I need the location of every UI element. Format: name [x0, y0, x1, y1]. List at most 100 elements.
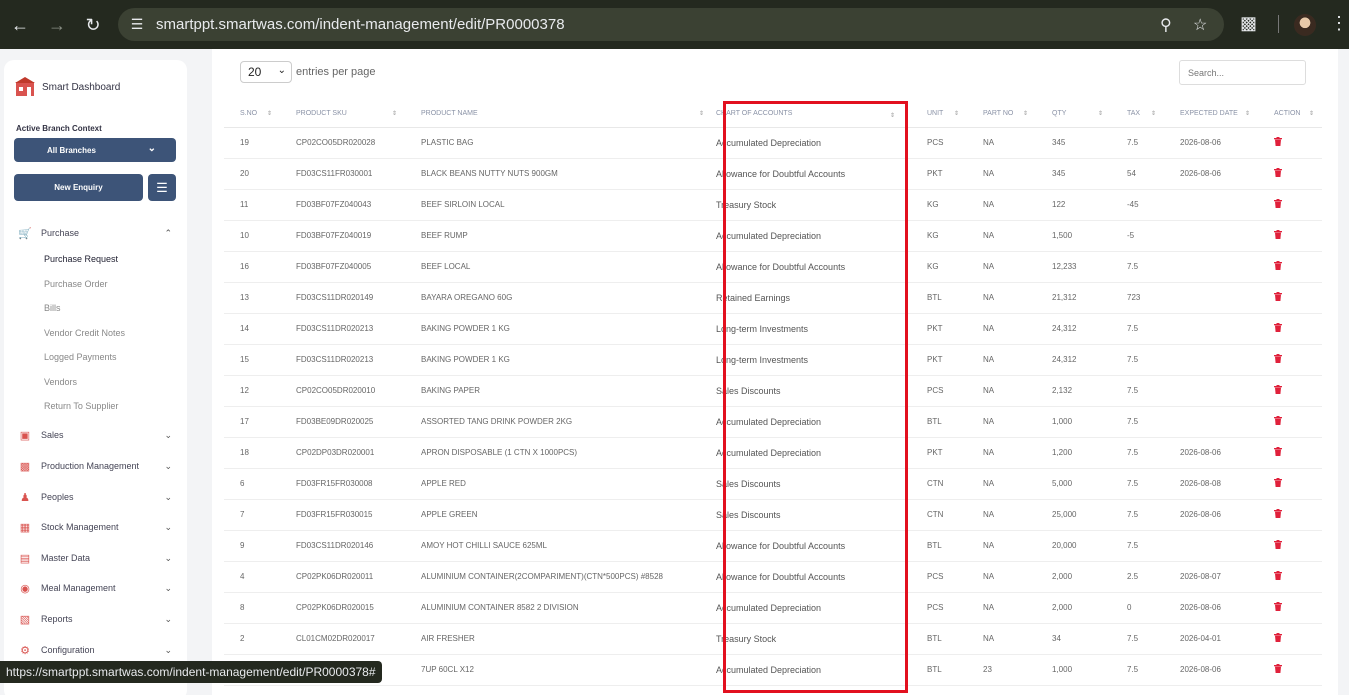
- delete-trash-icon[interactable]: [1274, 261, 1282, 272]
- table-row: 2 CL01CM02DR020017 AIR FRESHER Treasury Sto…: [224, 623, 1322, 655]
- cell-name: BEEF RUMP: [405, 220, 712, 252]
- sidebar-item-configuration[interactable]: ⚙ Configuration ⌄: [18, 640, 176, 660]
- url-text[interactable]: smartppt.smartwas.com/indent-management/…: [156, 16, 565, 33]
- search-input[interactable]: Search...: [1179, 60, 1306, 85]
- brand[interactable]: Smart Dashboard: [14, 76, 120, 98]
- subitem-bills[interactable]: Bills: [44, 303, 61, 313]
- cell-coa[interactable]: Accumulated Depreciation: [712, 406, 911, 438]
- delete-trash-icon[interactable]: [1274, 385, 1282, 396]
- sidebar-item-purchase[interactable]: 🛒 Purchase ⌃: [18, 223, 176, 243]
- zoom-icon[interactable]: ⚲: [1160, 15, 1172, 35]
- products-table: S.NO ⇕ PRODUCT SKU ⇕ PRODUCT NAME ⇕ CHART O…: [224, 101, 1322, 686]
- new-enquiry-button[interactable]: New Enquiry: [14, 174, 143, 201]
- cell-coa[interactable]: Accumulated Depreciation: [712, 437, 911, 469]
- cell-coa[interactable]: Long-term Investments: [712, 313, 911, 345]
- cell-coa[interactable]: Accumulated Depreciation: [712, 220, 911, 252]
- delete-trash-icon[interactable]: [1274, 509, 1282, 520]
- subitem-logged-payments[interactable]: Logged Payments: [44, 352, 117, 362]
- subitem-return-to-supplier[interactable]: Return To Supplier: [44, 401, 118, 411]
- cell-unit: PKT: [911, 344, 967, 376]
- cell-coa[interactable]: Accumulated Depreciation: [712, 592, 911, 624]
- delete-trash-icon[interactable]: [1274, 447, 1282, 458]
- cell-coa[interactable]: Accumulated Depreciation: [712, 654, 911, 686]
- subitem-purchase-order[interactable]: Purchase Order: [44, 279, 108, 289]
- delete-trash-icon[interactable]: [1274, 664, 1282, 675]
- delete-trash-icon[interactable]: [1274, 199, 1282, 210]
- back-icon[interactable]: ←: [8, 13, 32, 37]
- delete-trash-icon[interactable]: [1274, 602, 1282, 613]
- column-header[interactable]: PRODUCT SKU ⇕: [280, 101, 405, 128]
- subitem-purchase-request[interactable]: Purchase Request: [44, 254, 118, 264]
- cell-sku: CP02PK06DR020011: [280, 561, 405, 593]
- cell-coa[interactable]: Treasury Stock: [712, 189, 911, 221]
- page-size-select[interactable]: 20 ⌄: [240, 61, 292, 83]
- site-settings-icon[interactable]: ☰: [128, 15, 146, 33]
- column-header[interactable]: S.NO ⇕: [224, 101, 280, 128]
- cell-coa[interactable]: Allowance for Doubtful Accounts: [712, 530, 911, 562]
- cell-coa[interactable]: Allowance for Doubtful Accounts: [712, 158, 911, 190]
- sidebar-item-reports[interactable]: ▧ Reports ⌄: [18, 609, 176, 629]
- browser-menu-icon[interactable]: ⋮: [1330, 13, 1348, 34]
- sidebar-item-master-data[interactable]: ▤ Master Data ⌄: [18, 548, 176, 568]
- delete-trash-icon[interactable]: [1274, 230, 1282, 241]
- chevron-down-icon: ⌄: [164, 491, 172, 502]
- delete-trash-icon[interactable]: [1274, 478, 1282, 489]
- cell-coa[interactable]: Retained Earnings: [712, 282, 911, 314]
- cell-sno: 9: [224, 530, 280, 562]
- column-header[interactable]: EXPECTED DATE ⇕: [1164, 101, 1258, 128]
- sidebar-item-stock-management[interactable]: ▦ Stock Management ⌄: [18, 517, 176, 537]
- delete-trash-icon[interactable]: [1274, 633, 1282, 644]
- cell-sku: FD03BF07FZ040043: [280, 189, 405, 221]
- cell-coa[interactable]: Accumulated Depreciation: [712, 127, 911, 159]
- cell-sku: CP02PK06DR020015: [280, 592, 405, 624]
- cell-coa[interactable]: Sales Discounts: [712, 375, 911, 407]
- cell-tax: 0: [1111, 592, 1164, 624]
- subitem-vendor-credit-notes[interactable]: Vendor Credit Notes: [44, 328, 125, 338]
- extensions-icon[interactable]: ▩: [1240, 13, 1257, 34]
- delete-trash-icon[interactable]: [1274, 168, 1282, 179]
- column-header[interactable]: QTY ⇕: [1036, 101, 1111, 128]
- cell-coa[interactable]: Sales Discounts: [712, 499, 911, 531]
- sidebar-item-label: Master Data: [41, 553, 91, 563]
- branch-select[interactable]: All Branches ⌄: [14, 138, 176, 162]
- column-header[interactable]: PRODUCT NAME ⇕: [405, 101, 712, 128]
- delete-trash-icon[interactable]: [1274, 137, 1282, 148]
- reload-icon[interactable]: ↻: [81, 13, 105, 37]
- column-header[interactable]: CHART OF ACCOUNTS ⇕: [712, 101, 911, 128]
- column-header[interactable]: ACTION ⇕: [1258, 101, 1322, 128]
- sidebar-item-production-management[interactable]: ▩ Production Management ⌄: [18, 456, 176, 476]
- delete-trash-icon[interactable]: [1274, 571, 1282, 582]
- cell-sno: 6: [224, 468, 280, 500]
- cell-action: [1258, 468, 1322, 500]
- column-header[interactable]: UNIT ⇕: [911, 101, 967, 128]
- cell-coa[interactable]: Long-term Investments: [712, 344, 911, 376]
- stock-icon: ▦: [19, 521, 31, 534]
- cell-coa[interactable]: Allowance for Doubtful Accounts: [712, 251, 911, 283]
- delete-trash-icon[interactable]: [1274, 292, 1282, 303]
- cell-coa[interactable]: Treasury Stock: [712, 623, 911, 655]
- people-icon: ♟: [20, 491, 30, 504]
- forward-icon[interactable]: →: [45, 13, 69, 37]
- sort-icon: ⇕: [953, 111, 959, 117]
- sidebar-item-peoples[interactable]: ♟ Peoples ⌄: [18, 487, 176, 507]
- address-bar[interactable]: ☰ smartppt.smartwas.com/indent-managemen…: [118, 8, 1224, 41]
- cell-coa[interactable]: Allowance for Doubtful Accounts: [712, 561, 911, 593]
- table-row: 11 FD03BF07FZ040043 BEEF SIRLOIN LOCAL Trea…: [224, 189, 1322, 221]
- cell-date: [1164, 406, 1258, 438]
- cell-action: [1258, 406, 1322, 438]
- column-header[interactable]: PART NO ⇕: [967, 101, 1036, 128]
- delete-trash-icon[interactable]: [1274, 416, 1282, 427]
- table-row: 14 FD03CS11DR020213 BAKING POWDER 1 KG Long…: [224, 313, 1322, 345]
- cell-date: [1164, 251, 1258, 283]
- subitem-vendors[interactable]: Vendors: [44, 377, 77, 387]
- hamburger-menu-button[interactable]: ☰: [148, 174, 176, 201]
- delete-trash-icon[interactable]: [1274, 323, 1282, 334]
- cell-coa[interactable]: Sales Discounts: [712, 468, 911, 500]
- delete-trash-icon[interactable]: [1274, 354, 1282, 365]
- sidebar-item-meal-management[interactable]: ◉ Meal Management ⌄: [18, 578, 176, 598]
- column-header[interactable]: TAX ⇕: [1111, 101, 1164, 128]
- bookmark-star-icon[interactable]: ☆: [1193, 15, 1207, 35]
- sidebar-item-sales[interactable]: ▣ Sales ⌄: [18, 425, 176, 445]
- profile-avatar[interactable]: [1294, 14, 1316, 36]
- delete-trash-icon[interactable]: [1274, 540, 1282, 551]
